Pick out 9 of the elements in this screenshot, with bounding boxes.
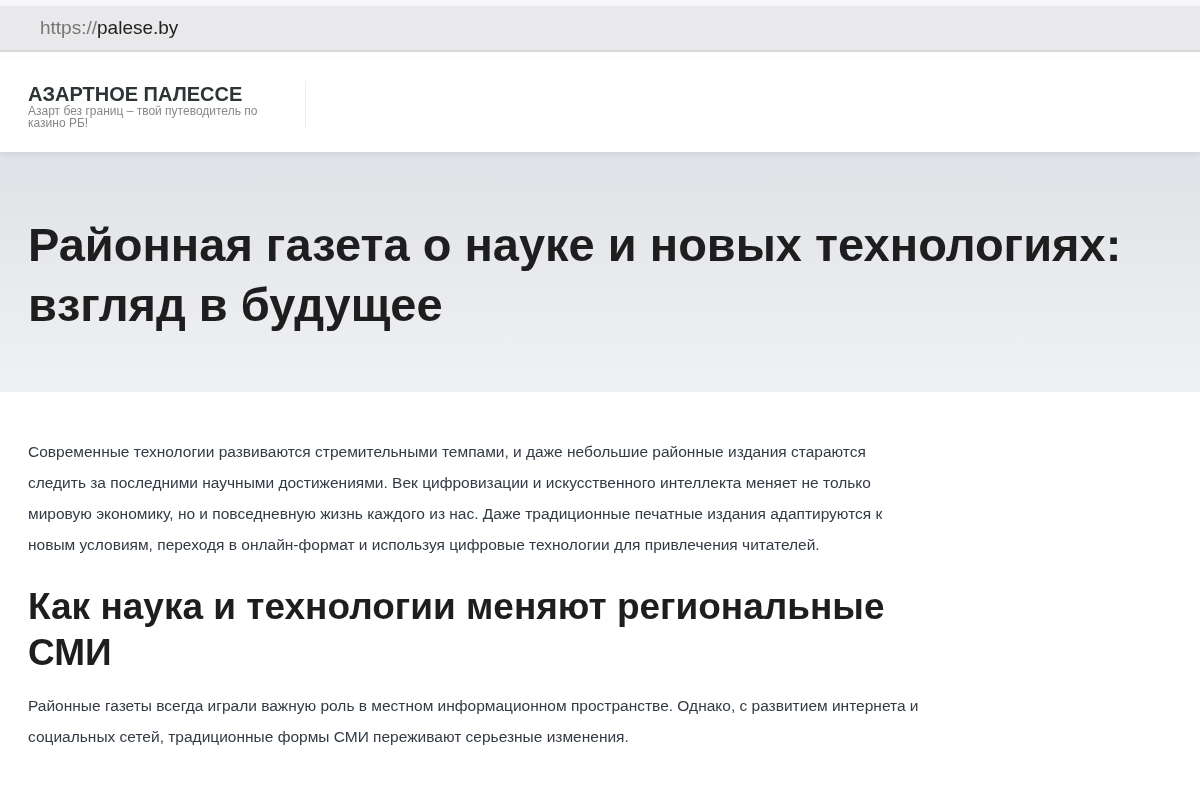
paragraph: Современные технологии развиваются стремительными темпами, и даже небольшие районные издания стараются следить за последними научными достижениями. Век цифровизации и искусственного интеллекта меняет не только мировую экономику, но и повседневную жизнь каждого из нас. Даже традиционные печатные издания адаптируются к новым условиям, переходя в онлайн-формат и используя цифровые технологии для привлечения читателей. [28,442,884,555]
address-bar[interactable]: https://palese.by [0,6,1200,52]
url-host: palese.by [97,15,179,40]
page-title: Районная газета о науке и новых технологиях: взгляд в будущее [28,217,1123,333]
site-tagline: Азарт без границ – твой путеводитель по казино РБ! [28,105,259,129]
url-scheme: https:// [40,15,98,40]
section-heading: Как наука и технологии меняют региональные СМИ [28,585,886,675]
paragraph: Районные газеты всегда играли важную роль в местном информационном пространстве. Однако, с развитием интернета и социальных сетей, традиционные формы СМИ переживают серьезные изменения. [28,696,920,747]
site-title[interactable]: АЗАРТНОЕ ПАЛЕССЕ [28,83,295,105]
